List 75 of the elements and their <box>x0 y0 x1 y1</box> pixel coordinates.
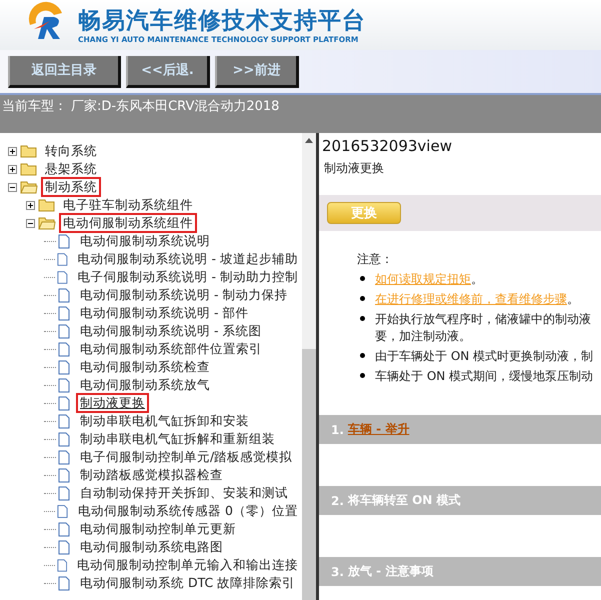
bullet-icon <box>360 353 365 358</box>
tree-item[interactable]: 电动伺服制动系统传感器 0（零）位置 <box>74 501 302 521</box>
tree-item[interactable]: 电子驻车制动系统组件 <box>59 195 197 215</box>
vehicle-label: 当前车型： <box>2 99 67 114</box>
expand-toggle[interactable] <box>8 182 17 192</box>
step-title: 将车辆转至 ON 模式 <box>348 492 461 509</box>
document-icon <box>58 360 70 374</box>
step-number: 1. <box>331 422 344 436</box>
tree-item[interactable]: 电动伺服制动系统检查 <box>76 357 214 377</box>
note-text: 开始执行放气程序时，储液罐中的制动液 <box>375 311 591 328</box>
bullet-icon <box>360 276 365 281</box>
document-icon <box>58 468 70 482</box>
note-punctuation: 。 <box>471 272 483 286</box>
document-icon <box>58 324 70 338</box>
tree-item[interactable]: 电动伺服制动系统说明 - 制动力保持 <box>76 285 292 305</box>
page-title: 制动液更换 <box>323 160 385 177</box>
tree-item[interactable]: 电子伺服制动控制单元/踏板感觉模拟 <box>76 447 296 467</box>
note-text: 车辆处于 ON 模式期间，缓慢地泵压制动 <box>375 368 594 385</box>
document-icon <box>58 432 70 446</box>
tree-item[interactable]: 电动伺服制动系统部件位置索引 <box>76 339 266 359</box>
tree-item[interactable]: 制动液更换 <box>76 393 149 413</box>
document-icon <box>58 378 70 392</box>
document-icon <box>56 558 67 572</box>
step-number: 2. <box>331 494 344 508</box>
tree-item[interactable]: 电动伺服制动控制单元更新 <box>76 519 240 539</box>
tree-item[interactable]: 电动伺服制动系统说明 <box>76 231 214 251</box>
document-icon <box>56 252 68 266</box>
tree-item[interactable]: 电动伺服制动系统电路图 <box>76 537 227 557</box>
document-icon <box>58 540 70 554</box>
tree-item[interactable]: 电子伺服制动系统说明 - 制动助力控制 <box>74 267 302 287</box>
tree-item[interactable]: 制动踏板感觉模拟器检查 <box>76 465 227 485</box>
tree-item[interactable]: 电动伺服制动系统 DTC 故障排除索引 <box>76 573 300 593</box>
step-title: 放气 - 注意事项 <box>348 563 434 580</box>
step-number: 3. <box>331 564 344 578</box>
expand-toggle[interactable] <box>26 218 35 228</box>
tree-item[interactable]: 悬架系统 <box>41 159 101 179</box>
tree-item[interactable]: 电动伺服制动系统放气 <box>76 375 214 395</box>
tree-item[interactable]: 电动伺服制动系统说明 - 系统图 <box>76 321 266 341</box>
scrollbar[interactable] <box>302 133 316 600</box>
expand-toggle[interactable] <box>8 146 17 156</box>
document-icon <box>58 486 70 500</box>
scrollbar-thumb[interactable] <box>302 349 316 600</box>
bullet-icon <box>360 296 365 301</box>
note-text: 要，加注制动液。 <box>375 328 472 345</box>
document-id: 2016532093view <box>321 137 453 155</box>
scroll-up-icon[interactable] <box>305 138 313 143</box>
tree-item[interactable]: 电动伺服制动系统说明 - 部件 <box>76 303 252 323</box>
bullet-icon <box>360 316 365 321</box>
document-icon <box>58 450 70 464</box>
document-icon <box>56 270 68 284</box>
tree-item[interactable]: 电动伺服制动系统组件 <box>59 213 197 233</box>
note-punctuation: 。 <box>567 292 579 306</box>
bullet-icon <box>360 373 365 378</box>
tree-item[interactable]: 制动串联电机气缸拆卸和安装 <box>76 411 253 431</box>
document-icon <box>58 522 70 536</box>
document-icon <box>58 234 70 248</box>
document-icon <box>58 414 70 428</box>
tree-item[interactable]: 电动伺服制动系统说明 - 坡道起步辅助 <box>74 249 302 269</box>
document-icon <box>58 288 70 302</box>
site-title: 畅易汽车维修技术支持平台 <box>78 6 366 34</box>
note-text: 由于车辆处于 ON 模式时更换制动液，制 <box>375 348 594 365</box>
tree-item[interactable]: 自动制动保持开关拆卸、安装和测试 <box>76 483 292 503</box>
tree-item[interactable]: 制动串联电机气缸拆解和重新组装 <box>76 429 279 449</box>
tree-item[interactable]: 转向系统 <box>41 141 101 161</box>
expand-toggle[interactable] <box>26 200 35 210</box>
document-icon <box>58 396 70 410</box>
note-label: 注意： <box>357 251 394 268</box>
document-icon <box>58 576 70 590</box>
vehicle-name: 厂家:D-东风本田CRV混合动力2018 <box>71 99 280 114</box>
tree-item[interactable]: 制动系统 <box>41 177 101 197</box>
expand-toggle[interactable] <box>8 164 17 174</box>
document-icon <box>58 306 70 320</box>
document-icon <box>57 504 68 518</box>
tree-item[interactable]: 电动伺服制动控制单元输入和输出连接 <box>73 555 302 575</box>
document-icon <box>58 342 70 356</box>
